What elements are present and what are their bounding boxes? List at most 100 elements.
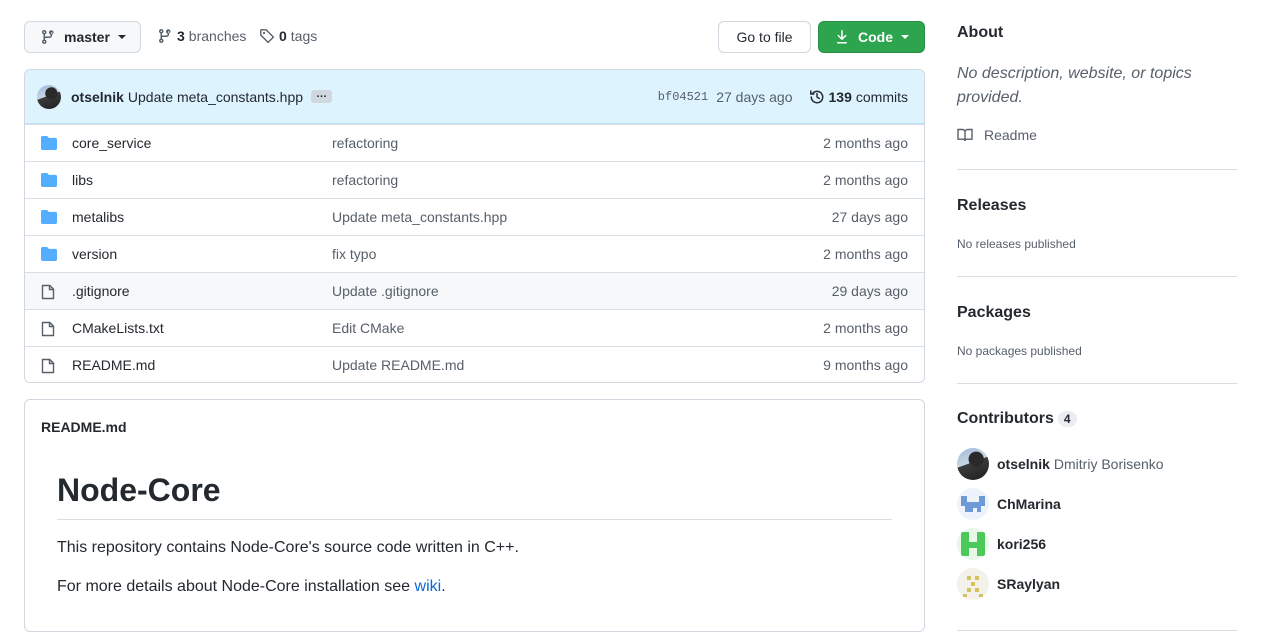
code-button[interactable]: Code [818,21,925,53]
contributor-item[interactable]: kori256 [957,528,1046,560]
avatar [957,448,989,480]
file-name[interactable]: metalibs [72,209,124,225]
readme-paragraph: This repository contains Node-Core's sou… [57,539,519,556]
contributor-item[interactable]: ChMarina [957,488,1061,520]
tags-label: tags [290,28,318,44]
branch-select-button[interactable]: master [24,21,141,53]
latest-commit-bar: otselnik Update meta_constants.hpp … bf0… [25,70,924,124]
contributor-login: otselnik [997,456,1050,472]
file-row[interactable]: README.md Update README.md 9 months ago [25,346,924,382]
git-branch-icon [40,29,56,45]
contributor-item[interactable]: otselnik Dmitriy Borisenko [957,448,1164,480]
readme-title: Node-Core [57,472,221,508]
folder-icon [41,173,57,187]
divider [957,383,1237,384]
packages-note: No packages published [957,344,1082,358]
contributor-item[interactable]: SRaylyan [957,568,1060,600]
avatar [957,528,989,560]
book-icon [957,127,973,143]
file-browser: otselnik Update meta_constants.hpp … bf0… [24,69,925,383]
commits-count: 139 [828,89,852,105]
commit-message[interactable]: Update meta_constants.hpp [128,89,303,105]
file-name[interactable]: README.md [72,357,155,373]
tag-icon [259,28,275,44]
chevron-down-icon [117,35,126,39]
tags-link[interactable]: 0 tags [259,28,317,44]
about-heading: About [957,24,1004,41]
file-row[interactable]: version fix typo 2 months ago [25,235,924,272]
commits-label: commits [855,89,908,105]
folder-icon [41,136,57,150]
folder-icon [41,247,57,261]
file-age: 9 months ago [823,357,908,373]
file-name[interactable]: libs [72,172,93,188]
releases-heading[interactable]: Releases [957,197,1026,215]
file-row[interactable]: CMakeLists.txt Edit CMake 2 months ago [25,309,924,346]
avatar[interactable] [37,84,61,109]
readme-panel: README.md Node-Core This repository cont… [24,399,925,632]
wiki-link[interactable]: wiki [415,578,442,595]
branches-label: branches [188,28,247,44]
readme-text: For more details about Node-Core install… [57,578,415,595]
branches-count: 3 [177,28,185,44]
file-commit-message[interactable]: Edit CMake [332,320,404,336]
folder-icon [41,210,57,224]
file-age: 2 months ago [823,246,908,262]
avatar [957,568,989,600]
file-row[interactable]: core_service refactoring 2 months ago [25,124,924,161]
git-branch-icon [157,28,173,44]
file-name[interactable]: CMakeLists.txt [72,320,164,336]
history-icon [809,89,825,105]
divider [957,169,1237,170]
file-name[interactable]: .gitignore [72,283,130,299]
expand-commit-button[interactable]: … [311,89,333,103]
tags-count: 0 [279,28,287,44]
commit-author[interactable]: otselnik [71,89,124,105]
branches-link[interactable]: 3 branches [157,28,246,44]
avatar [957,488,989,520]
packages-heading[interactable]: Packages [957,304,1031,322]
file-row[interactable]: metalibs Update meta_constants.hpp 27 da… [25,198,924,235]
file-commit-message[interactable]: Update README.md [332,357,464,373]
file-commit-message[interactable]: refactoring [332,172,398,188]
file-name[interactable]: core_service [72,135,151,151]
download-icon [834,29,850,45]
readme-filename[interactable]: README.md [41,419,127,435]
file-age: 2 months ago [823,320,908,336]
releases-note: No releases published [957,237,1076,251]
code-button-label: Code [858,29,893,45]
contributor-name: Dmitriy Borisenko [1053,456,1164,472]
branch-name: master [64,29,110,45]
about-description: No description, website, or topics provi… [957,65,1192,106]
divider [957,630,1237,631]
contributors-heading[interactable]: Contributors 4 [957,410,1077,428]
chevron-down-icon [901,35,909,39]
readme-link-label: Readme [984,127,1037,143]
file-icon [41,321,55,337]
readme-paragraph: For more details about Node-Core install… [57,578,446,596]
file-age: 2 months ago [823,172,908,188]
commits-history-link[interactable]: 139 commits [809,89,908,105]
readme-sidebar-link[interactable]: Readme [957,127,1037,143]
go-to-file-button[interactable]: Go to file [718,21,811,53]
file-commit-message[interactable]: fix typo [332,246,376,262]
file-icon [41,358,55,374]
file-commit-message[interactable]: Update meta_constants.hpp [332,209,507,225]
file-commit-message[interactable]: Update .gitignore [332,283,439,299]
divider [57,519,892,520]
file-age: 29 days ago [831,283,908,299]
readme-text: . [441,578,446,595]
file-commit-message[interactable]: refactoring [332,135,398,151]
file-age: 27 days ago [831,209,908,225]
file-row[interactable]: libs refactoring 2 months ago [25,161,924,198]
commit-sha[interactable]: bf04521 [658,90,708,104]
divider [957,276,1237,277]
commit-meta: bf04521 27 days ago 139 commits [658,70,908,124]
contributor-login: ChMarina [997,496,1061,512]
contributors-counter: 4 [1057,410,1077,427]
file-name[interactable]: version [72,246,117,262]
file-row[interactable]: .gitignore Update .gitignore 29 days ago [25,272,924,309]
contributor-login: kori256 [997,536,1047,552]
contributors-title: Contributors [957,410,1054,427]
file-age: 2 months ago [823,135,908,151]
